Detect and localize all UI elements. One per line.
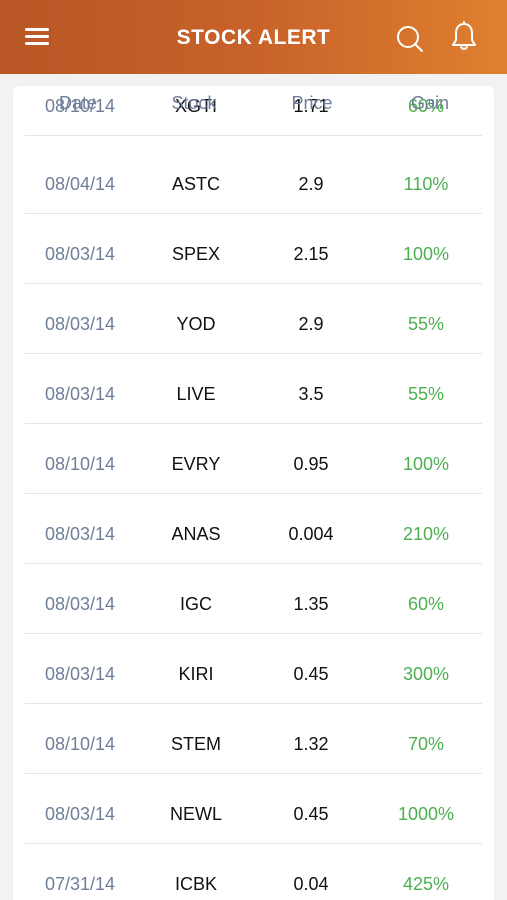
bell-icon[interactable] (449, 21, 479, 53)
stock-cell: IGC (179, 594, 212, 614)
price-cell: 0.04 (293, 874, 329, 894)
page-title: STOCK ALERT (176, 26, 331, 49)
gain-cell: 55% (407, 384, 445, 404)
column-header-stock[interactable]: Stock (134, 93, 254, 114)
column-header-price[interactable]: Price (252, 93, 372, 114)
stock-cell: LIVE (176, 384, 216, 404)
date-cell: 08/03/14 (44, 384, 116, 404)
date-cell: 08/03/14 (44, 314, 116, 334)
gain-cell: 110% (403, 174, 449, 194)
price-cell: 3.5 (298, 384, 324, 404)
price-cell: 1.32 (293, 734, 329, 754)
table-row[interactable]: 08/03/14 YOD 2.9 55% (13, 284, 494, 354)
gain-cell: 55% (407, 314, 445, 334)
date-cell: 08/04/14 (44, 174, 116, 194)
stock-cell: STEM (170, 734, 221, 754)
price-cell: 0.95 (293, 454, 329, 474)
date-cell: 08/03/14 (44, 524, 116, 544)
header-bar: STOCK ALERT (0, 0, 507, 74)
gain-cell: 70% (407, 734, 445, 754)
date-cell: 08/03/14 (44, 594, 116, 614)
table-row[interactable]: 08/03/14 SPEX 2.15 100% (13, 214, 494, 284)
table-row[interactable]: 08/03/14 LIVE 3.5 55% (13, 354, 494, 424)
stock-cell: KIRI (178, 664, 214, 684)
gain-cell: 100% (402, 244, 450, 264)
date-cell: 08/03/14 (44, 804, 116, 824)
price-cell: 0.004 (288, 524, 334, 544)
date-cell: 07/31/14 (44, 874, 116, 894)
gain-cell: 100% (402, 454, 450, 474)
date-cell: 08/10/14 (44, 454, 116, 474)
table-row[interactable]: 08/03/14 KIRI 0.45 300% (13, 634, 494, 704)
table-header: Date Stock Price Gain (13, 86, 494, 116)
date-cell: 08/03/14 (44, 664, 116, 684)
price-cell: 1.35 (293, 594, 329, 614)
date-cell: 08/10/14 (44, 734, 116, 754)
gain-cell: 425% (402, 874, 450, 894)
gain-cell: 300% (402, 664, 450, 684)
row-divider (25, 135, 482, 136)
gain-cell: 210% (402, 524, 450, 544)
gain-cell: 1000% (397, 804, 455, 824)
table-row[interactable]: 08/03/14 ANAS 0.004 210% (13, 494, 494, 564)
price-cell: 2.9 (298, 174, 324, 194)
price-cell: 2.9 (298, 314, 324, 334)
search-icon[interactable] (395, 24, 425, 54)
column-header-date[interactable]: Date (18, 93, 138, 114)
stock-cell: ASTC (171, 174, 220, 194)
table-row[interactable]: 08/10/14 EVRY 0.95 100% (13, 424, 494, 494)
stock-cell: NEWL (169, 804, 222, 824)
table-row[interactable]: 08/04/14 ASTC 2.9 110% (13, 144, 494, 214)
stock-cell: YOD (176, 314, 216, 334)
stock-alert-table: 08/10/14 XGTI 1.71 60% 08/04/14 ASTC 2.9 110% 08… (13, 86, 494, 900)
table-row[interactable]: 08/10/14 STEM 1.32 70% (13, 704, 494, 774)
table-row[interactable]: 08/03/14 NEWL 0.45 1000% (13, 774, 494, 844)
gain-cell: 60% (407, 594, 445, 614)
price-cell: 2.15 (293, 244, 329, 264)
table-row[interactable]: 07/31/14 ICBK 0.04 425% (13, 844, 494, 900)
date-cell: 08/03/14 (44, 244, 116, 264)
stock-cell: ANAS (171, 524, 221, 544)
stock-cell: SPEX (171, 244, 221, 264)
stock-cell: EVRY (171, 454, 221, 474)
price-cell: 0.45 (293, 664, 329, 684)
stock-cell: ICBK (174, 874, 217, 894)
column-header-gain[interactable]: Gain (370, 93, 490, 114)
price-cell: 0.45 (293, 804, 329, 824)
app-screen: STOCK ALERT 08/10/14 XGTI 1.71 60% 08/04/14 A… (0, 0, 507, 900)
table-row[interactable]: 08/03/14 IGC 1.35 60% (13, 564, 494, 634)
